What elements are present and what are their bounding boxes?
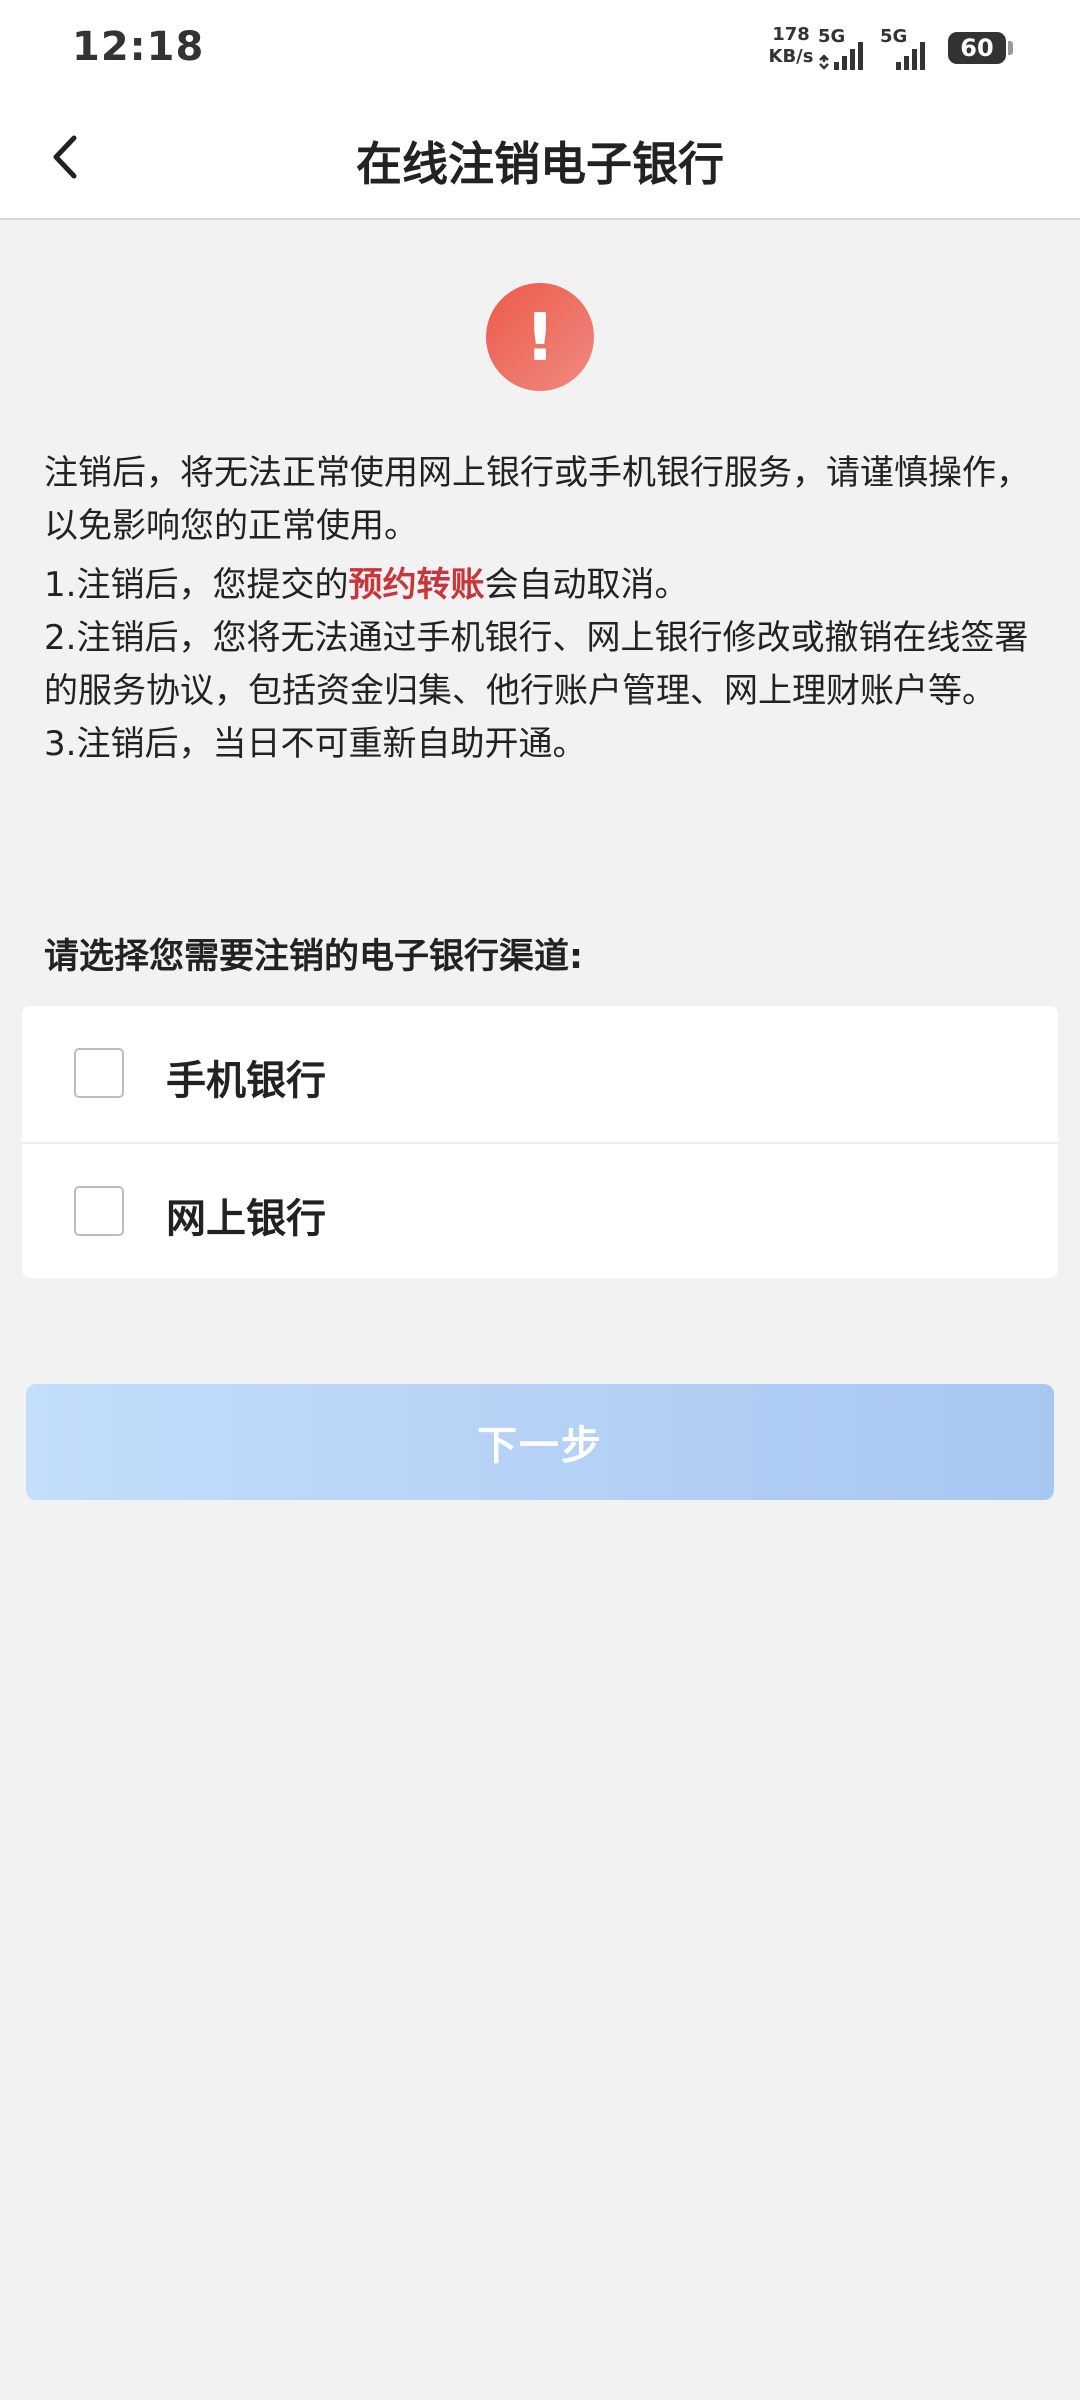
page-title: 在线注销电子银行 — [356, 137, 724, 191]
notice-item-1-prefix: 1.注销后，您提交的 — [44, 565, 349, 605]
mobile-banking-checkbox[interactable] — [74, 1048, 124, 1098]
status-bar: 12:18 178 KB/s 5G 5G 60 — [0, 0, 1080, 100]
battery-indicator: 60 — [948, 32, 1013, 64]
status-time: 12:18 — [72, 24, 205, 70]
signal-icon — [896, 42, 925, 70]
notice-text: 注销后，将无法正常使用网上银行或手机银行服务，请谨慎操作，以免影响您的正常使用。… — [44, 447, 1040, 771]
exclamation-icon: ! — [486, 283, 594, 391]
scheduled-transfer-highlight: 预约转账 — [348, 565, 485, 605]
network-speed-unit: KB/s — [768, 46, 814, 67]
network-speed: 178 KB/s — [766, 24, 816, 68]
channel-select-title: 请选择您需要注销的电子银行渠道: — [44, 937, 583, 977]
notice-item-1-suffix: 会自动取消。 — [484, 565, 689, 605]
option-label: 网上银行 — [166, 1196, 326, 1242]
notice-intro: 注销后，将无法正常使用网上银行或手机银行服务，请谨慎操作，以免影响您的正常使用。 — [44, 453, 1030, 546]
option-label: 手机银行 — [166, 1058, 326, 1104]
page-header: 在线注销电子银行 — [0, 100, 1080, 220]
option-online-banking[interactable]: 网上银行 — [22, 1142, 1058, 1280]
next-step-button[interactable]: 下一步 — [26, 1384, 1054, 1500]
notice-item-3: 3.注销后，当日不可重新自助开通。 — [44, 724, 587, 764]
network-speed-value: 178 — [772, 24, 810, 45]
notice-item-1: 1.注销后，您提交的预约转账会自动取消。 — [44, 559, 1040, 612]
channel-options-card: 手机银行 网上银行 — [22, 1006, 1058, 1278]
notice-item-2: 2.注销后，您将无法通过手机银行、网上银行修改或撤销在线签署的服务协议，包括资金… — [44, 618, 1029, 711]
option-mobile-banking[interactable]: 手机银行 — [22, 1006, 1058, 1142]
online-banking-checkbox[interactable] — [74, 1186, 124, 1236]
signal-icon — [819, 42, 863, 70]
